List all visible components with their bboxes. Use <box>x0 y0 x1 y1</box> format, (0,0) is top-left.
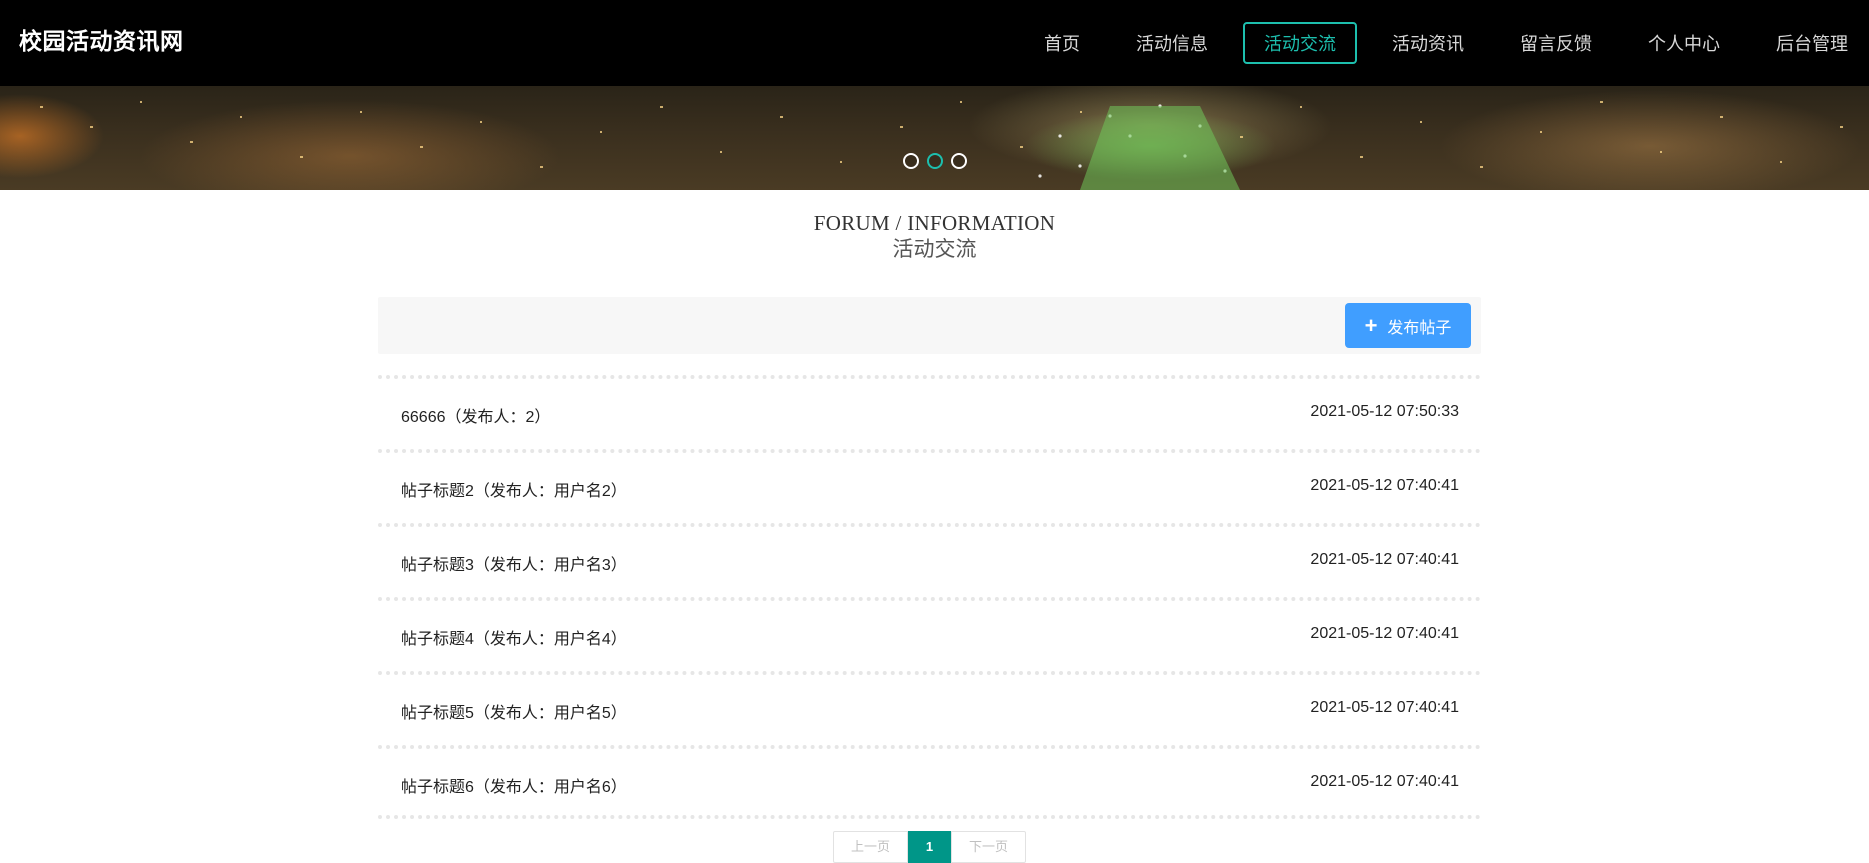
publish-post-label: 发布帖子 <box>1387 319 1452 337</box>
nav-item-activity-forum[interactable]: 活动交流 <box>1243 22 1357 64</box>
post-time: 2021-05-12 07:40:41 <box>1310 699 1459 716</box>
next-page-button[interactable]: 下一页 <box>951 831 1027 863</box>
post-title[interactable]: 帖子标题6（发布人：用户名6） <box>401 773 627 797</box>
prev-page-button[interactable]: 上一页 <box>833 831 909 863</box>
nav-item-admin[interactable]: 后台管理 <box>1755 22 1869 64</box>
post-time: 2021-05-12 07:50:33 <box>1310 403 1459 420</box>
carousel-dot-1[interactable] <box>902 153 919 169</box>
banner-carousel <box>0 86 1869 190</box>
section-title-en: FORUM / INFORMATION <box>813 211 1056 235</box>
publish-post-button[interactable]: + 发布帖子 <box>1345 303 1471 348</box>
post-time: 2021-05-12 07:40:41 <box>1310 625 1459 642</box>
post-title[interactable]: 帖子标题5（发布人：用户名5） <box>401 699 627 723</box>
post-title[interactable]: 帖子标题2（发布人：用户名2） <box>401 477 627 501</box>
post-row[interactable]: 帖子标题3（发布人：用户名3） 2021-05-12 07:40:41 <box>378 523 1481 597</box>
plus-icon: + <box>1364 312 1378 338</box>
post-list: 66666（发布人：2） 2021-05-12 07:50:33 帖子标题2（发… <box>378 375 1481 819</box>
nav-item-personal-center[interactable]: 个人中心 <box>1627 22 1741 64</box>
post-row[interactable]: 帖子标题6（发布人：用户名6） 2021-05-12 07:40:41 <box>378 745 1481 819</box>
page-number-1[interactable]: 1 <box>908 831 952 863</box>
post-time: 2021-05-12 07:40:41 <box>1310 551 1459 568</box>
top-nav-bar: 校园活动资讯网 首页 活动信息 活动交流 活动资讯 留言反馈 个人中心 后台管理 <box>0 0 1869 86</box>
nav-item-activity-news[interactable]: 活动资讯 <box>1371 22 1485 64</box>
post-row[interactable]: 帖子标题5（发布人：用户名5） 2021-05-12 07:40:41 <box>378 671 1481 745</box>
post-row[interactable]: 帖子标题2（发布人：用户名2） 2021-05-12 07:40:41 <box>378 449 1481 523</box>
section-heading: FORUM / INFORMATION 活动交流 <box>0 210 1869 262</box>
section-title-cn: 活动交流 <box>892 237 977 261</box>
main-nav: 首页 活动信息 活动交流 活动资讯 留言反馈 个人中心 后台管理 <box>1009 0 1869 86</box>
post-time: 2021-05-12 07:40:41 <box>1310 477 1459 494</box>
carousel-dot-3[interactable] <box>950 153 967 169</box>
carousel-indicators <box>0 153 1869 169</box>
carousel-dot-2[interactable] <box>926 153 943 169</box>
site-title[interactable]: 校园活动资讯网 <box>19 26 184 56</box>
post-row[interactable]: 66666（发布人：2） 2021-05-12 07:50:33 <box>378 375 1481 449</box>
post-row[interactable]: 帖子标题4（发布人：用户名4） 2021-05-12 07:40:41 <box>378 597 1481 671</box>
pagination: 上一页 1 下一页 <box>833 831 1027 863</box>
city-night-image <box>40 101 1843 190</box>
nav-item-feedback[interactable]: 留言反馈 <box>1499 22 1613 64</box>
post-title[interactable]: 66666（发布人：2） <box>401 403 550 427</box>
post-time: 2021-05-12 07:40:41 <box>1310 773 1459 790</box>
nav-item-home[interactable]: 首页 <box>1023 22 1101 64</box>
nav-item-activity-info[interactable]: 活动信息 <box>1115 22 1229 64</box>
post-title[interactable]: 帖子标题3（发布人：用户名3） <box>401 551 627 575</box>
post-title[interactable]: 帖子标题4（发布人：用户名4） <box>401 625 627 649</box>
forum-toolbar: + 发布帖子 <box>378 297 1481 354</box>
